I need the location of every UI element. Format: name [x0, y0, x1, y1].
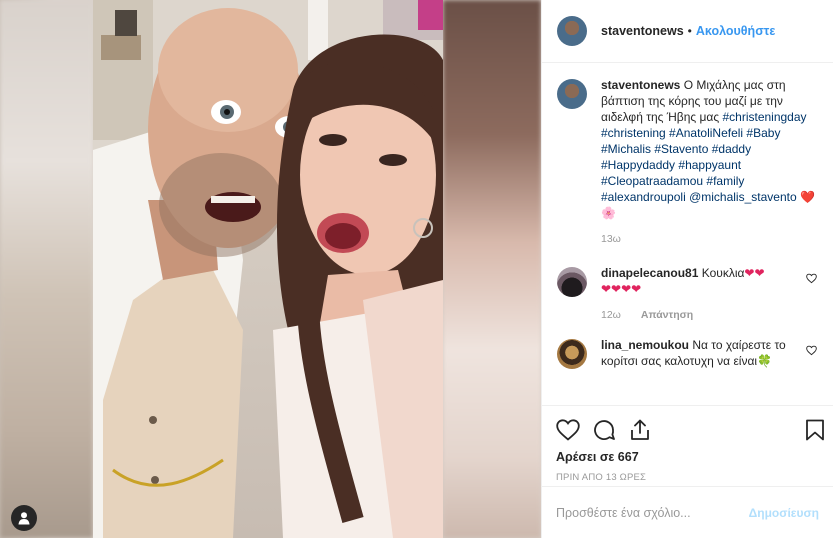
- photo-illustration: [93, 0, 443, 538]
- share-button[interactable]: [628, 418, 652, 442]
- photo-blur-right: [443, 0, 541, 538]
- add-comment-bar: Δημοσίευση: [542, 486, 833, 538]
- post-actions: [542, 405, 833, 453]
- follow-button[interactable]: Ακολουθήστε: [696, 24, 775, 38]
- heart-outline-icon: [556, 418, 580, 441]
- comment-emoji-line: ❤❤❤❤: [601, 282, 642, 296]
- comment-bubble-icon: [594, 419, 615, 440]
- comment-item: lina_nemoukou Να το χαίρεστε το κορίτσι …: [557, 337, 817, 369]
- caption-avatar[interactable]: [557, 79, 587, 109]
- author-avatar[interactable]: [557, 16, 587, 46]
- caption-age[interactable]: 13ω: [601, 231, 621, 247]
- small-heart-icon: [806, 273, 817, 284]
- user-silhouette-icon: [18, 512, 30, 525]
- photo-blur-left: [0, 0, 93, 538]
- comment-username[interactable]: dinapelecanou81: [601, 266, 698, 280]
- reply-button[interactable]: Απάντηση: [641, 307, 693, 323]
- comment-text: Κουκλια: [701, 266, 745, 280]
- save-button[interactable]: [803, 418, 827, 442]
- post-comment-button[interactable]: Δημοσίευση: [749, 506, 819, 520]
- author-username[interactable]: staventonews: [601, 24, 684, 38]
- commenter-avatar[interactable]: [557, 267, 587, 297]
- comment-username[interactable]: lina_nemoukou: [601, 338, 689, 352]
- comment-emoji: ❤❤: [744, 266, 765, 280]
- comment-input[interactable]: [556, 505, 743, 520]
- post-timestamp[interactable]: ΠΡΙΝ ΑΠΟ 13 ΩΡΕΣ: [542, 472, 833, 483]
- comment-item: dinapelecanou81 Κουκλια❤❤ ❤❤❤❤ 12ω Απάντ…: [557, 265, 817, 323]
- small-heart-icon: [806, 345, 817, 356]
- comment-like-icon[interactable]: [806, 273, 817, 287]
- share-icon: [631, 419, 649, 440]
- caption: staventonews Ο Μιχάλης μας στη βάπτιση τ…: [557, 77, 817, 247]
- commenter-avatar[interactable]: [557, 339, 587, 369]
- photo-image: [93, 0, 443, 538]
- post-photo[interactable]: [0, 0, 541, 538]
- post-side-panel: staventonews • Ακολουθήστε staventonews …: [541, 0, 833, 538]
- comment-age[interactable]: 12ω: [601, 307, 621, 323]
- header-separator: •: [687, 24, 692, 38]
- caption-username[interactable]: staventonews: [601, 78, 680, 92]
- bookmark-icon: [806, 419, 824, 441]
- comment-button[interactable]: [592, 418, 616, 442]
- caption-hashtags[interactable]: #christeningday #christening #AnatoliNef…: [601, 110, 807, 204]
- comment-emoji: 🍀: [757, 354, 773, 368]
- comment-like-icon[interactable]: [806, 345, 817, 359]
- comments-list[interactable]: staventonews Ο Μιχάλης μας στη βάπτιση τ…: [542, 63, 833, 405]
- like-button[interactable]: [556, 418, 580, 442]
- post-header: staventonews • Ακολουθήστε: [542, 0, 833, 63]
- user-tag-icon[interactable]: [11, 505, 37, 531]
